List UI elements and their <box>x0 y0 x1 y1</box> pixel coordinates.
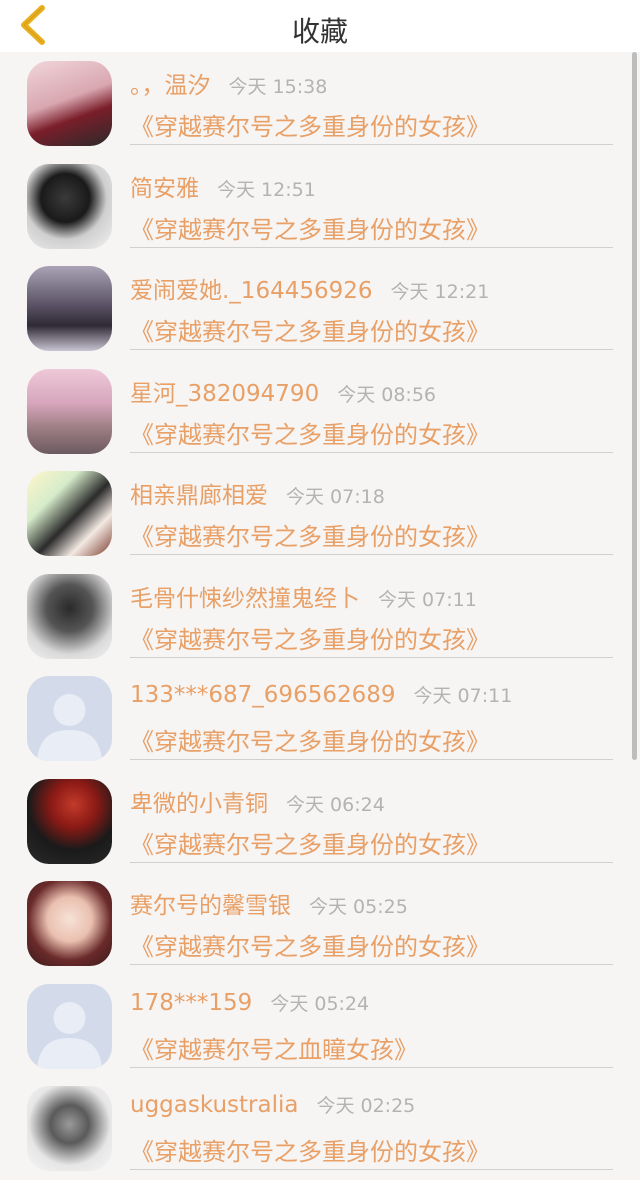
avatar[interactable] <box>27 61 112 146</box>
user-name[interactable]: 星河_382094790 <box>130 381 319 407</box>
list-item[interactable]: 爱闹爱她._164456926 今天 12:21 《穿越赛尔号之多重身份的女孩》 <box>0 257 640 360</box>
item-meta: 133***687_696562689 今天 07:11 <box>130 681 512 708</box>
user-name[interactable]: 简安雅 <box>130 176 199 202</box>
timestamp: 今天 07:11 <box>413 685 513 707</box>
list-item[interactable]: 卑微的小青铜 今天 06:24 《穿越赛尔号之多重身份的女孩》 <box>0 770 640 873</box>
book-title-link[interactable]: 《穿越赛尔号之多重身份的女孩》 <box>130 107 490 142</box>
book-title-link[interactable]: 《穿越赛尔号之多重身份的女孩》 <box>130 620 490 655</box>
list-item[interactable]: 星河_382094790 今天 08:56 《穿越赛尔号之多重身份的女孩》 <box>0 360 640 463</box>
book-title-link[interactable]: 《穿越赛尔号之多重身份的女孩》 <box>130 210 490 245</box>
list-item[interactable]: uggaskustralia 今天 02:25 《穿越赛尔号之多重身份的女孩》 <box>0 1077 640 1180</box>
item-info: 简安雅 今天 12:51 《穿越赛尔号之多重身份的女孩》 <box>130 155 613 248</box>
book-title-link[interactable]: 《穿越赛尔号之多重身份的女孩》 <box>130 927 490 962</box>
list-item[interactable]: 毛骨什悚纱然撞鬼经卜 今天 07:11 《穿越赛尔号之多重身份的女孩》 <box>0 565 640 668</box>
avatar[interactable] <box>27 573 112 659</box>
item-meta: 赛尔号的馨雪银 今天 05:25 <box>130 886 408 920</box>
avatar[interactable] <box>27 1086 112 1171</box>
book-title-link[interactable]: 《穿越赛尔号之多重身份的女孩》 <box>130 517 490 552</box>
user-name[interactable]: 毛骨什悚纱然撞鬼经卜 <box>130 586 360 612</box>
user-name[interactable]: 。，温汐 <box>130 73 211 99</box>
item-meta: uggaskustralia 今天 02:25 <box>130 1091 415 1118</box>
item-info: 星河_382094790 今天 08:56 《穿越赛尔号之多重身份的女孩》 <box>130 360 613 453</box>
user-name[interactable]: 178***159 <box>130 990 252 1016</box>
timestamp: 今天 08:56 <box>337 383 436 406</box>
avatar[interactable] <box>27 368 112 454</box>
timestamp: 今天 07:11 <box>378 588 477 611</box>
item-info: 相亲鼎廊相爱 今天 07:18 《穿越赛尔号之多重身份的女孩》 <box>130 462 613 555</box>
item-info: 毛骨什悚纱然撞鬼经卜 今天 07:11 《穿越赛尔号之多重身份的女孩》 <box>130 565 613 658</box>
scrollbar[interactable] <box>632 52 637 760</box>
book-title-link[interactable]: 《穿越赛尔号之多重身份的女孩》 <box>130 722 490 757</box>
book-title-link[interactable]: 《穿越赛尔号之多重身份的女孩》 <box>130 415 490 450</box>
avatar[interactable] <box>27 881 112 966</box>
user-name[interactable]: 133***687_696562689 <box>130 682 396 708</box>
item-meta: 毛骨什悚纱然撞鬼经卜 今天 07:11 <box>130 579 477 613</box>
timestamp: 今天 12:21 <box>390 281 490 303</box>
timestamp: 今天 05:25 <box>309 896 408 918</box>
book-title-link[interactable]: 《穿越赛尔号之多重身份的女孩》 <box>130 312 490 347</box>
timestamp: 今天 06:24 <box>286 793 385 816</box>
item-info: 卑微的小青铜 今天 06:24 《穿越赛尔号之多重身份的女孩》 <box>130 770 613 863</box>
avatar[interactable] <box>27 471 112 556</box>
timestamp: 今天 02:25 <box>316 1095 416 1117</box>
user-name[interactable]: uggaskustralia <box>130 1092 298 1118</box>
list-item[interactable]: 178***159 今天 05:24 《穿越赛尔号之血瞳女孩》 <box>0 975 640 1078</box>
timestamp: 今天 15:38 <box>228 76 328 98</box>
timestamp: 今天 12:51 <box>217 178 316 201</box>
page-title: 收藏 <box>291 15 348 48</box>
list-item[interactable]: 简安雅 今天 12:51 《穿越赛尔号之多重身份的女孩》 <box>0 155 640 258</box>
avatar[interactable] <box>27 983 112 1069</box>
avatar[interactable] <box>27 778 112 864</box>
list-item[interactable]: 133***687_696562689 今天 07:11 《穿越赛尔号之多重身份的女… <box>0 667 640 770</box>
list-item[interactable]: 。，温汐 今天 15:38 《穿越赛尔号之多重身份的女孩》 <box>0 52 640 155</box>
user-name[interactable]: 赛尔号的馨雪银 <box>130 893 291 919</box>
item-info: 赛尔号的馨雪银 今天 05:25 《穿越赛尔号之多重身份的女孩》 <box>130 872 613 965</box>
item-info: uggaskustralia 今天 02:25 《穿越赛尔号之多重身份的女孩》 <box>130 1077 613 1170</box>
user-name[interactable]: 卑微的小青铜 <box>130 791 268 817</box>
item-meta: 。，温汐 今天 15:38 <box>130 66 327 100</box>
user-name[interactable]: 爱闹爱她._164456926 <box>130 278 373 304</box>
book-title-link[interactable]: 《穿越赛尔号之多重身份的女孩》 <box>130 825 490 860</box>
item-meta: 爱闹爱她._164456926 今天 12:21 <box>130 271 489 305</box>
book-title-link[interactable]: 《穿越赛尔号之血瞳女孩》 <box>130 1030 418 1065</box>
item-meta: 相亲鼎廊相爱 今天 07:18 <box>130 476 385 510</box>
header-bar: 收藏 <box>0 0 640 52</box>
user-name[interactable]: 相亲鼎廊相爱 <box>130 483 268 509</box>
timestamp: 今天 05:24 <box>270 992 370 1015</box>
favorites-list: 。，温汐 今天 15:38 《穿越赛尔号之多重身份的女孩》 简安雅 今天 12:51 《穿… <box>0 52 640 1180</box>
item-info: 爱闹爱她._164456926 今天 12:21 《穿越赛尔号之多重身份的女孩》 <box>130 257 613 350</box>
item-meta: 简安雅 今天 12:51 <box>130 169 316 203</box>
avatar[interactable] <box>27 266 112 351</box>
list-item[interactable]: 赛尔号的馨雪银 今天 05:25 《穿越赛尔号之多重身份的女孩》 <box>0 872 640 975</box>
avatar[interactable] <box>27 676 112 761</box>
avatar[interactable] <box>27 163 112 249</box>
item-meta: 星河_382094790 今天 08:56 <box>130 374 436 408</box>
item-meta: 卑微的小青铜 今天 06:24 <box>130 784 385 818</box>
timestamp: 今天 07:18 <box>286 486 385 508</box>
item-meta: 178***159 今天 05:24 <box>130 989 369 1016</box>
item-info: 133***687_696562689 今天 07:11 《穿越赛尔号之多重身份的女… <box>130 667 613 760</box>
item-info: 。，温汐 今天 15:38 《穿越赛尔号之多重身份的女孩》 <box>130 52 613 145</box>
item-info: 178***159 今天 05:24 《穿越赛尔号之血瞳女孩》 <box>130 975 613 1068</box>
list-item[interactable]: 相亲鼎廊相爱 今天 07:18 《穿越赛尔号之多重身份的女孩》 <box>0 462 640 565</box>
book-title-link[interactable]: 《穿越赛尔号之多重身份的女孩》 <box>130 1132 490 1167</box>
